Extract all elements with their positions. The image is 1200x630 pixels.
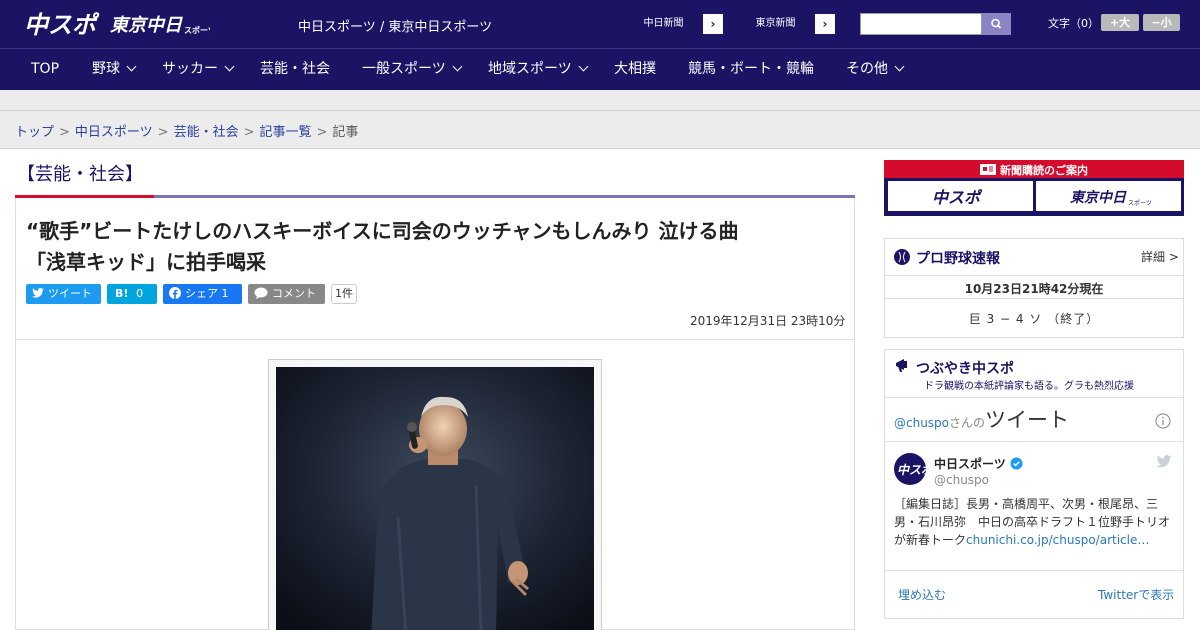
svg-text:スポーツ: スポーツ xyxy=(184,25,210,35)
nav-item-local-sports[interactable]: 地域スポーツ xyxy=(488,49,589,90)
chevron-right-icon: › xyxy=(815,14,835,34)
chunichi-shimbun-label: 中日新聞 xyxy=(623,14,705,34)
svg-text:中スポ: 中スポ xyxy=(897,463,926,477)
search-input[interactable] xyxy=(860,13,982,35)
tweet-link[interactable]: chunichi.co.jp/chuspo/article… xyxy=(966,533,1149,547)
nav-item-others[interactable]: その他 xyxy=(846,49,905,90)
baseball-timestamp: 10月23日21時42分現在 xyxy=(964,282,1104,296)
divider xyxy=(16,339,854,340)
breadcrumb-current: 記事 xyxy=(332,125,359,140)
chevron-down-icon xyxy=(452,61,463,72)
facebook-icon xyxy=(169,287,181,299)
nav-item-top[interactable]: TOP xyxy=(31,49,59,90)
speech-bubble-icon xyxy=(254,287,268,299)
facebook-share-button[interactable]: シェア 1 xyxy=(163,284,242,304)
nav-item-general-sports[interactable]: 一般スポーツ xyxy=(362,49,463,90)
nav-item-baseball[interactable]: 野球 xyxy=(92,49,137,90)
twitter-bird-icon xyxy=(1156,455,1172,468)
svg-text:東京中日: 東京中日 xyxy=(1070,189,1127,206)
svg-text:東京中日: 東京中日 xyxy=(110,15,183,36)
divider xyxy=(884,298,1184,299)
breadcrumb-chunichi-sports[interactable]: 中日スポーツ xyxy=(75,125,153,140)
tweet-button[interactable]: ツイート xyxy=(26,284,101,304)
tokyo-chunichi-subscribe-logo[interactable]: 東京中日 スポーツ xyxy=(1036,181,1181,211)
nav-item-sumo[interactable]: 大相撲 xyxy=(614,49,656,90)
breadcrumb-article-list[interactable]: 記事一覧 xyxy=(260,125,312,140)
divider xyxy=(884,570,1184,571)
chunichi-shimbun-link[interactable]: 中日新聞 › xyxy=(622,13,724,35)
megaphone-icon xyxy=(896,359,907,372)
breadcrumb-top[interactable]: トップ xyxy=(15,125,54,140)
chevron-down-icon xyxy=(224,61,235,72)
tweet-body: ［編集日誌］長男・高橋周平、次男・根尾昂、三男・石川昂弥 中日の高卒ドラフト１位… xyxy=(894,497,1171,547)
subscription-title: 新聞購読のご案内 xyxy=(884,162,1184,178)
embed-link[interactable]: 埋め込む xyxy=(898,586,946,603)
game-score[interactable]: 巨 3 − 4 ソ （終了） xyxy=(884,310,1184,327)
account-handle[interactable]: @chuspo xyxy=(934,473,989,487)
nav-item-soccer[interactable]: サッカー xyxy=(162,49,235,90)
chevron-down-icon xyxy=(578,61,589,72)
category-title: 【芸能・社会】 xyxy=(17,164,143,185)
font-smaller-button[interactable]: −小 xyxy=(1143,14,1180,31)
tsubuyaki-subtitle: ドラ観戦の本紙評論家も語る。グラも熱烈応援 xyxy=(924,381,1134,392)
hatena-count: 0 xyxy=(136,287,144,300)
twitter-embed-header: @chuspoさんのツイート xyxy=(894,408,1070,432)
divider xyxy=(884,397,1184,398)
nav-item-entertainment[interactable]: 芸能・社会 xyxy=(260,49,330,90)
comment-button[interactable]: コメント xyxy=(248,284,325,304)
twitter-handle-link[interactable]: @chuspo xyxy=(894,416,949,430)
svg-text:スポーツ: スポーツ xyxy=(1128,199,1152,207)
font-size-label: 文字（0） xyxy=(1048,17,1099,30)
divider xyxy=(0,110,1200,111)
baseball-detail-link[interactable]: 詳細 > xyxy=(1141,248,1179,265)
publish-date: 2019年12月31日 23時10分 xyxy=(690,314,846,328)
font-bigger-button[interactable]: +大 xyxy=(1101,14,1139,31)
site-names: 中日スポーツ / 東京中日スポーツ xyxy=(298,20,493,35)
comment-count[interactable]: 1件 xyxy=(331,284,357,304)
divider xyxy=(884,275,1184,276)
twitter-bird-icon xyxy=(32,288,44,298)
svg-text:中スポ: 中スポ xyxy=(24,11,100,38)
main-nav: TOP 野球 サッカー 芸能・社会 一般スポーツ 地域スポーツ 大相撲 競馬・ボ… xyxy=(0,48,1200,90)
search-icon xyxy=(991,18,1002,29)
facebook-count: 1 xyxy=(221,287,229,300)
hatena-bookmark-button[interactable]: B! 0 xyxy=(107,284,157,304)
article-headline: “歌手”ビートたけしのハスキーボイスに司会のウッチャンもしんみり 泣ける曲 「浅… xyxy=(26,219,739,274)
chevron-down-icon xyxy=(126,61,137,72)
info-icon[interactable] xyxy=(1155,413,1171,429)
account-name[interactable]: 中日スポーツ xyxy=(934,455,1023,472)
breadcrumb-entertainment[interactable]: 芸能・社会 xyxy=(174,125,239,140)
tokyo-shimbun-link[interactable]: 東京新聞 › xyxy=(734,13,836,35)
tokyo-shimbun-label: 東京新聞 xyxy=(735,14,817,34)
chuspo-logo[interactable]: 中スポ xyxy=(24,8,100,38)
tokyo-chunichi-logo[interactable]: 東京中日 スポーツ xyxy=(110,11,210,37)
chuspo-subscribe-logo[interactable]: 中スポ xyxy=(888,181,1033,211)
breadcrumb: トップ > 中日スポーツ > 芸能・社会 > 記事一覧 > 記事 xyxy=(15,125,359,140)
chevron-down-icon xyxy=(894,61,905,72)
tsubuyaki-title: つぶやき中スポ xyxy=(916,361,1014,377)
view-on-twitter-link[interactable]: Twitterで表示 xyxy=(1098,586,1174,603)
search-button[interactable] xyxy=(982,13,1011,35)
chevron-right-icon: › xyxy=(703,14,723,34)
divider xyxy=(884,441,1184,442)
article-photo[interactable] xyxy=(276,367,594,630)
newspaper-icon xyxy=(980,164,996,175)
baseball-icon xyxy=(894,249,910,265)
nav-item-racing[interactable]: 競馬・ボート・競輪 xyxy=(688,49,814,90)
hatena-icon: B! xyxy=(115,287,129,300)
svg-text:中スポ: 中スポ xyxy=(932,188,983,207)
baseball-panel-title: プロ野球速報 xyxy=(916,251,1000,267)
verified-badge-icon xyxy=(1010,457,1023,470)
avatar[interactable]: 中スポ xyxy=(894,453,926,485)
